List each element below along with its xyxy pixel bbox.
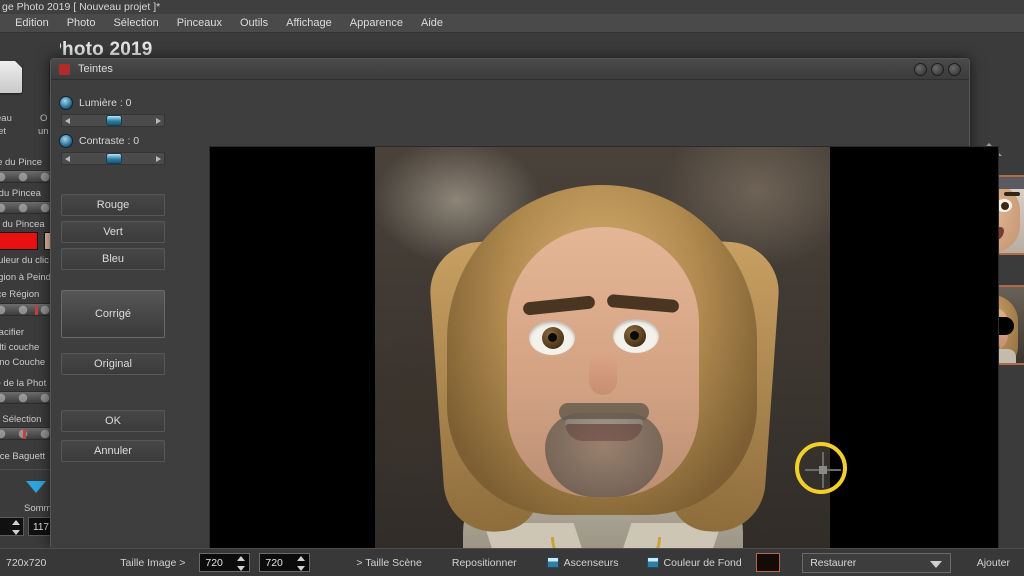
menu-item-apparence[interactable]: Apparence — [341, 14, 412, 32]
app-titlebar: ge Photo 2019 [ Nouveau projet ]* — [0, 0, 1024, 14]
label-somme: Somm — [24, 503, 52, 514]
dialog-title: Teintes — [78, 63, 113, 75]
width-up-icon[interactable] — [237, 556, 246, 561]
lumiere-slider-thumb[interactable] — [106, 115, 122, 126]
label-diametre-pinceau: ètre du Pince — [0, 157, 42, 168]
lumiere-control-row: Lumière : 0 — [59, 96, 132, 110]
menu-item-photo[interactable]: Photo — [58, 14, 105, 32]
label-tolerance-region: ence Région — [0, 289, 40, 300]
dialog-window-controls — [914, 63, 961, 76]
maximize-button[interactable] — [931, 63, 944, 76]
background-color-swatch[interactable] — [755, 553, 781, 572]
stepper-up-icon[interactable] — [11, 520, 20, 525]
image-preview-canvas[interactable] — [209, 146, 999, 576]
view-button-original[interactable]: Original — [61, 353, 165, 375]
button-repositionner[interactable]: Repositionner — [452, 557, 517, 569]
label-pour-selection: our Sélection — [0, 414, 42, 425]
contraste-label: Contraste : 0 — [79, 135, 140, 147]
new-document-icon[interactable] — [0, 61, 22, 93]
image-width-input[interactable]: 720 — [199, 553, 251, 572]
restore-dropdown[interactable]: Restaurer — [802, 552, 951, 573]
tool-label-nouveau: eau — [0, 113, 12, 124]
image-width-value: 720 — [205, 557, 223, 569]
label-opacite-photo: cité de la Phot — [0, 378, 47, 389]
menubar: t Edition Photo Sélection Pinceaux Outil… — [0, 14, 1024, 33]
height-up-icon[interactable] — [297, 556, 306, 561]
button-ajouter[interactable]: Ajouter — [977, 557, 1010, 569]
photo-brow-right — [606, 293, 680, 314]
view-button-corrige[interactable]: Corrigé — [61, 290, 165, 338]
couleur-de-fond-icon — [646, 557, 659, 568]
lumiere-slider[interactable] — [61, 114, 165, 127]
brush-color-swatch[interactable] — [0, 232, 38, 250]
ascenseurs-icon — [546, 557, 559, 568]
toggle-couleur-de-fond[interactable]: Couleur de Fond — [646, 556, 742, 569]
size-readout: 720x720 — [6, 556, 47, 569]
close-button[interactable] — [948, 63, 961, 76]
photo-face — [507, 227, 699, 497]
statusbar: 720x720 Taille Image > 720 720 > Taille … — [0, 548, 1024, 576]
menu-item-outils[interactable]: Outils — [231, 14, 277, 32]
lumiere-orb-icon — [59, 96, 73, 110]
collapse-down-triangle-icon[interactable] — [26, 481, 46, 493]
photo-eye-left — [529, 321, 575, 355]
label-opacifier: Opacifier — [0, 327, 25, 338]
lumiere-label: Lumière : 0 — [79, 97, 132, 109]
menu-item-selection[interactable]: Sélection — [104, 14, 167, 32]
dialog-app-icon — [59, 63, 70, 75]
ascenseurs-label: Ascenseurs — [563, 556, 619, 569]
photo-nose — [589, 353, 617, 395]
teintes-dialog: Teintes Lumière : 0 Contraste: 0 Rouge … — [50, 58, 999, 576]
couleur-de-fond-label: Couleur de Fond — [663, 556, 742, 569]
label-opacite-pinceau: ité du Pincea — [0, 188, 41, 199]
restore-dropdown-value: Restaurer — [810, 556, 857, 569]
minimize-button[interactable] — [914, 63, 927, 76]
lumiere-increase-icon[interactable] — [156, 118, 161, 124]
label-couleur-du-clic: Couleur du clic — [0, 255, 49, 266]
dialog-titlebar[interactable]: Teintes — [51, 59, 969, 80]
label-taille-image: Taille Image > — [120, 556, 186, 569]
brush-cursor-overlay — [795, 442, 847, 494]
image-height-input[interactable]: 720 — [259, 553, 311, 572]
menu-item-affichage[interactable]: Affichage — [277, 14, 341, 32]
photo-brow-left — [522, 295, 596, 316]
stepper-down-icon[interactable] — [11, 530, 20, 535]
menu-item-edition[interactable]: Edition — [6, 14, 58, 32]
channel-button-bleu[interactable]: Bleu — [61, 248, 165, 270]
contraste-control-row: Contraste : 0 — [59, 134, 139, 148]
menu-item-aide[interactable]: Aide — [412, 14, 452, 32]
tool-label-un: un — [38, 126, 49, 137]
image-height-value: 720 — [265, 557, 283, 569]
channel-button-vert[interactable]: Vert — [61, 221, 165, 243]
channel-button-rouge[interactable]: Rouge — [61, 194, 165, 216]
height-down-icon[interactable] — [297, 566, 306, 571]
dialog-controls-column: Lumière : 0 Contraste : 0 Rouge Vert Ble… — [59, 84, 171, 544]
preview-photo — [375, 147, 830, 576]
tool-label-ouvrir: O — [40, 113, 48, 124]
toggle-ascenseurs[interactable]: Ascenseurs — [546, 556, 619, 569]
contraste-increase-icon[interactable] — [156, 156, 161, 162]
contraste-slider-thumb[interactable] — [106, 153, 122, 164]
dialog-body: Lumière : 0 Contraste : 0 Rouge Vert Ble… — [51, 80, 999, 576]
label-region-a-peindre: Région à Peind — [0, 272, 51, 283]
chevron-down-icon — [929, 560, 942, 568]
label-tolerance-baguette: rence Baguett — [0, 451, 46, 462]
lumiere-decrease-icon[interactable] — [65, 118, 70, 124]
numeric-stepper-left[interactable] — [0, 517, 24, 536]
label-taille-scene[interactable]: > Taille Scène — [356, 557, 421, 569]
width-down-icon[interactable] — [237, 566, 246, 571]
ok-button[interactable]: OK — [61, 410, 165, 432]
label-couleur-pinceau: eur du Pincea — [0, 219, 45, 230]
tool-label-projet: jet — [0, 126, 7, 137]
label-multi-couche[interactable]: Multi couche — [0, 342, 39, 353]
photo-eye-right — [613, 319, 659, 353]
photo-beard — [545, 413, 663, 497]
contraste-decrease-icon[interactable] — [65, 156, 70, 162]
contraste-slider[interactable] — [61, 152, 165, 165]
menu-item-pinceaux[interactable]: Pinceaux — [168, 14, 231, 32]
app-root: ge Photo 2019 [ Nouveau projet ]* t Edit… — [0, 0, 1024, 576]
cancel-button[interactable]: Annuler — [61, 440, 165, 462]
label-mono-couche[interactable]: Mono Couche — [0, 357, 45, 368]
contraste-orb-icon — [59, 134, 73, 148]
